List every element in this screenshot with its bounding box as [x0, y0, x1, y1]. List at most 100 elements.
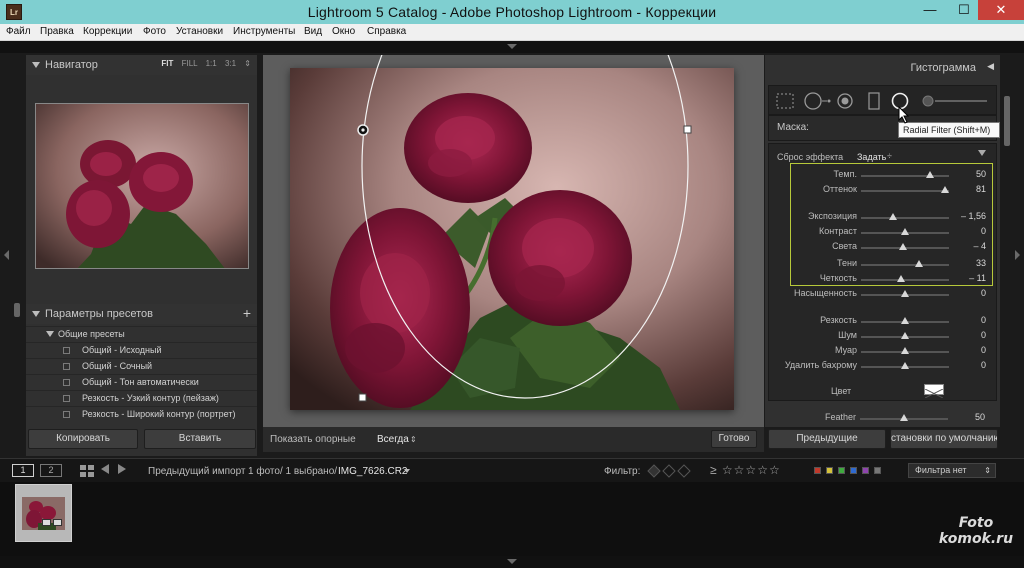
- color-label-swatch[interactable]: [862, 467, 869, 474]
- menu-settings[interactable]: Установки: [176, 26, 223, 37]
- top-panel-toggle-strip[interactable]: [0, 41, 1024, 53]
- menu-photo[interactable]: Фото: [143, 26, 166, 37]
- effect-preset-select[interactable]: Задать: [857, 152, 886, 162]
- close-button[interactable]: ✕: [978, 0, 1024, 20]
- zoom-3-1[interactable]: 3:1: [225, 59, 236, 68]
- radial-handle-bottom[interactable]: [358, 393, 367, 402]
- slider-knob[interactable]: [899, 243, 908, 250]
- slider-knob[interactable]: [901, 228, 909, 235]
- left-panel-toggle-icon[interactable]: [4, 250, 9, 260]
- slider-row[interactable]: Тени 33: [769, 257, 998, 272]
- slider-value[interactable]: 33: [976, 258, 986, 268]
- second-window-button[interactable]: 2: [40, 464, 62, 477]
- slider-knob[interactable]: [901, 290, 909, 297]
- feather-value[interactable]: 50: [975, 412, 985, 422]
- slider-knob[interactable]: [940, 186, 949, 193]
- radial-filter-overlay[interactable]: [263, 55, 764, 427]
- menu-window[interactable]: Окно: [332, 26, 355, 37]
- list-item[interactable]: Резкость - Узкий контур (пейзаж): [26, 390, 257, 405]
- image-workspace[interactable]: [263, 55, 764, 427]
- color-label-swatch[interactable]: [850, 467, 857, 474]
- copy-button[interactable]: Копировать: [28, 429, 138, 449]
- slider-row[interactable]: Темп. 50: [769, 168, 998, 183]
- prev-photo-icon[interactable]: [101, 464, 109, 474]
- feather-slider-row[interactable]: Feather 50: [768, 411, 997, 426]
- slider-value[interactable]: 0: [981, 315, 986, 325]
- menu-tools[interactable]: Инструменты: [233, 26, 295, 37]
- list-item[interactable]: Общий - Исходный: [26, 342, 257, 357]
- filename[interactable]: IMG_7626.CR2: [338, 466, 407, 477]
- color-label-swatch[interactable]: [838, 467, 845, 474]
- menu-help[interactable]: Справка: [367, 26, 406, 37]
- zoom-1-1[interactable]: 1:1: [206, 59, 217, 68]
- slider-row[interactable]: Муар 0: [769, 344, 998, 359]
- list-item[interactable]: Общий - Сочный: [26, 358, 257, 373]
- previous-button[interactable]: Предыдущие: [768, 429, 886, 449]
- slider-value[interactable]: – 1,56: [961, 211, 986, 221]
- grid-view-icon[interactable]: [80, 465, 94, 477]
- slider-knob[interactable]: [901, 332, 909, 339]
- collapse-triangle-icon[interactable]: [32, 62, 40, 68]
- add-preset-icon[interactable]: +: [243, 305, 251, 321]
- graduated-filter-icon[interactable]: [868, 92, 880, 110]
- slider-knob[interactable]: [901, 317, 909, 324]
- slider-row[interactable]: Света – 4: [769, 240, 998, 255]
- color-label-swatch[interactable]: [874, 467, 881, 474]
- filmstrip-thumbnail[interactable]: [15, 484, 72, 542]
- slider-value[interactable]: 0: [981, 226, 986, 236]
- slider-knob[interactable]: [901, 347, 909, 354]
- left-scrollbar[interactable]: [14, 303, 20, 317]
- slider-knob[interactable]: [888, 213, 897, 220]
- flag-filter-icons[interactable]: [647, 464, 697, 478]
- paste-button[interactable]: Вставить: [144, 429, 256, 449]
- color-label-swatch[interactable]: [814, 467, 821, 474]
- color-label-swatch[interactable]: [826, 467, 833, 474]
- adjustment-brush-icon[interactable]: [922, 95, 987, 107]
- folder-expand-icon[interactable]: [46, 331, 54, 337]
- slider-value[interactable]: 0: [981, 330, 986, 340]
- navigator-preview[interactable]: [35, 103, 249, 269]
- slider-value[interactable]: 0: [981, 345, 986, 355]
- list-item[interactable]: Общий - Тон автоматически: [26, 374, 257, 389]
- slider-track[interactable]: [861, 279, 949, 281]
- crop-tool-icon[interactable]: [776, 93, 794, 109]
- slider-value[interactable]: 0: [981, 360, 986, 370]
- histogram-header[interactable]: Гистограмма ◀: [765, 55, 1000, 79]
- presets-header[interactable]: Параметры пресетов +: [26, 304, 257, 324]
- zoom-fit[interactable]: FIT: [161, 59, 173, 68]
- right-panel-toggle-icon[interactable]: [1015, 250, 1020, 260]
- slider-row[interactable]: Четкость – 11: [769, 272, 998, 287]
- expand-top-icon[interactable]: [507, 44, 517, 49]
- feather-knob[interactable]: [900, 414, 908, 421]
- slider-value[interactable]: – 11: [969, 273, 986, 283]
- slider-row[interactable]: Удалить бахрому 0: [769, 359, 998, 374]
- menu-view[interactable]: Вид: [304, 26, 322, 37]
- done-button[interactable]: Готово: [711, 430, 757, 448]
- collapse-arrow-icon[interactable]: ◀: [987, 61, 994, 72]
- menu-edit[interactable]: Правка: [40, 26, 74, 37]
- slider-value[interactable]: 81: [976, 184, 986, 194]
- filename-dropdown-icon[interactable]: [404, 469, 410, 473]
- source-label[interactable]: Предыдущий импорт: [148, 466, 246, 477]
- slider-knob[interactable]: [925, 171, 934, 178]
- maximize-button[interactable]: ☐: [948, 0, 980, 20]
- color-swatch[interactable]: [924, 384, 944, 399]
- navigator-header[interactable]: Навигатор FIT FILL 1:1 3:1 ⇕: [26, 55, 257, 75]
- show-pins-select[interactable]: Всегда: [377, 434, 409, 445]
- next-photo-icon[interactable]: [118, 464, 126, 474]
- red-eye-icon[interactable]: [837, 93, 853, 109]
- dropdown-arrow-icon[interactable]: ⇕: [410, 435, 417, 444]
- collapse-triangle-icon[interactable]: [978, 150, 986, 156]
- effect-arrow-icon[interactable]: ÷: [887, 151, 892, 161]
- slider-track[interactable]: [861, 217, 949, 219]
- slider-row[interactable]: Оттенок 81: [769, 183, 998, 198]
- menu-file[interactable]: Файл: [6, 26, 31, 37]
- collapse-triangle-icon[interactable]: [32, 311, 40, 317]
- list-item[interactable]: Резкость - Широкий контур (портрет): [26, 406, 257, 421]
- slider-track[interactable]: [861, 175, 949, 177]
- spot-removal-icon[interactable]: [804, 92, 831, 110]
- radial-handle-right[interactable]: [683, 125, 692, 134]
- menu-develop[interactable]: Коррекции: [83, 26, 132, 37]
- reset-default-button[interactable]: становки по умолчанию.: [890, 429, 998, 449]
- zoom-fill[interactable]: FILL: [182, 59, 198, 68]
